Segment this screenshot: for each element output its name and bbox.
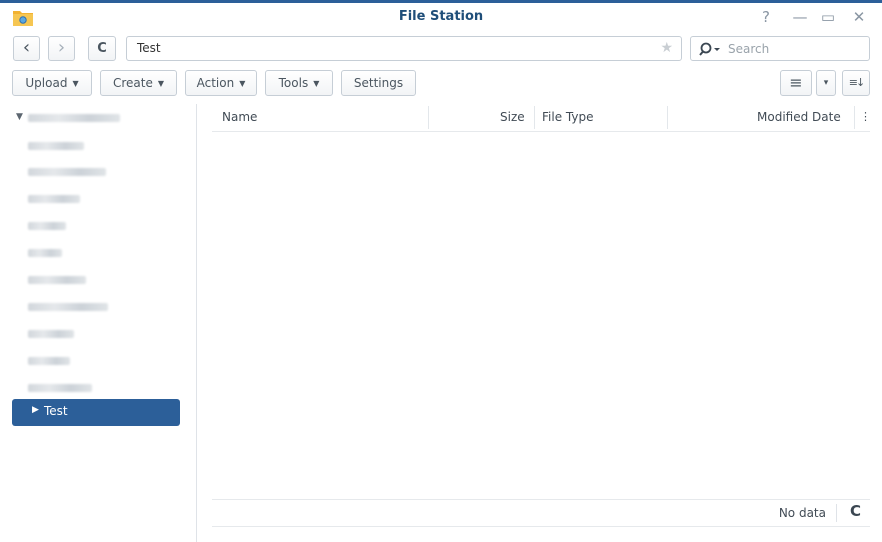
favorite-star-icon[interactable]: ★ bbox=[660, 40, 673, 56]
maximize-button[interactable]: ▭ bbox=[818, 7, 838, 27]
folder-tree: ▼ ▶ Test bbox=[0, 104, 197, 542]
root-expand-icon[interactable]: ▼ bbox=[16, 112, 23, 122]
tree-item-blurred[interactable] bbox=[28, 168, 106, 176]
column-divider[interactable] bbox=[428, 106, 429, 129]
tree-item-test-selected[interactable]: ▶ Test bbox=[12, 399, 180, 426]
column-modified-date[interactable]: Modified Date bbox=[757, 110, 841, 124]
list-view-icon[interactable]: ≡ bbox=[780, 70, 812, 96]
search-placeholder: Search bbox=[728, 42, 770, 56]
column-file-type[interactable]: File Type bbox=[542, 110, 593, 124]
column-divider[interactable] bbox=[667, 106, 668, 129]
refresh-button[interactable]: C bbox=[88, 36, 116, 61]
tree-item-label: Test bbox=[44, 404, 68, 418]
expand-arrow-icon[interactable]: ▶ bbox=[32, 405, 39, 415]
upload-label: Upload bbox=[25, 76, 68, 90]
column-header-row: Name Size File Type Modified Date ⋮ bbox=[212, 104, 871, 132]
tree-item-blurred[interactable] bbox=[28, 303, 108, 311]
upload-button[interactable]: Upload ▼ bbox=[12, 70, 92, 96]
tree-item-blurred[interactable] bbox=[28, 384, 92, 392]
status-text: No data bbox=[778, 506, 826, 520]
search-icon[interactable] bbox=[699, 42, 721, 56]
column-size[interactable]: Size bbox=[500, 110, 525, 124]
tree-root-blurred[interactable] bbox=[28, 114, 120, 122]
column-divider[interactable] bbox=[854, 106, 855, 129]
action-button[interactable]: Action ▼ bbox=[185, 70, 257, 96]
navigation-bar: ‹ › C Test ★ Search bbox=[0, 33, 882, 65]
file-list: Name Size File Type Modified Date ⋮ bbox=[212, 104, 871, 524]
toolbar: Upload ▼ Create ▼ Action ▼ Tools ▼ Settings … bbox=[0, 68, 882, 100]
status-bar: No data C bbox=[212, 499, 870, 527]
tree-item-blurred[interactable] bbox=[28, 222, 66, 230]
tree-item-blurred[interactable] bbox=[28, 195, 80, 203]
tree-item-blurred[interactable] bbox=[28, 330, 74, 338]
tools-button[interactable]: Tools ▼ bbox=[265, 70, 333, 96]
column-divider[interactable] bbox=[534, 106, 535, 129]
path-field[interactable]: Test ★ bbox=[126, 36, 682, 61]
create-label: Create bbox=[112, 76, 153, 90]
chevron-down-icon: ▼ bbox=[72, 78, 79, 88]
title-bar: File Station ? — ▭ ✕ bbox=[0, 3, 882, 33]
column-menu-icon[interactable]: ⋮ bbox=[860, 110, 871, 123]
forward-button[interactable]: › bbox=[48, 36, 75, 61]
settings-button[interactable]: Settings bbox=[341, 70, 416, 96]
window-title: File Station bbox=[398, 9, 484, 24]
action-label: Action bbox=[196, 76, 235, 90]
back-button[interactable]: ‹ bbox=[13, 36, 40, 61]
create-button[interactable]: Create ▼ bbox=[100, 70, 177, 96]
sort-icon[interactable]: ≡↓ bbox=[842, 70, 870, 96]
chevron-down-icon: ▼ bbox=[313, 78, 320, 88]
tools-label: Tools bbox=[278, 76, 309, 90]
help-icon[interactable]: ? bbox=[756, 7, 776, 27]
search-field[interactable]: Search bbox=[690, 36, 870, 61]
view-dropdown-icon[interactable]: ▾ bbox=[816, 70, 836, 96]
minimize-button[interactable]: — bbox=[790, 7, 810, 27]
status-divider bbox=[836, 504, 837, 522]
chevron-down-icon: ▼ bbox=[239, 78, 246, 88]
chevron-down-icon: ▼ bbox=[157, 78, 165, 88]
tree-item-blurred[interactable] bbox=[28, 142, 84, 150]
path-text: Test bbox=[137, 41, 161, 55]
column-name[interactable]: Name bbox=[222, 110, 257, 124]
refresh-icon[interactable]: C bbox=[850, 502, 861, 520]
tree-item-blurred[interactable] bbox=[28, 249, 62, 257]
tree-item-blurred[interactable] bbox=[28, 357, 70, 365]
tree-item-blurred[interactable] bbox=[28, 276, 86, 284]
close-button[interactable]: ✕ bbox=[849, 7, 869, 27]
